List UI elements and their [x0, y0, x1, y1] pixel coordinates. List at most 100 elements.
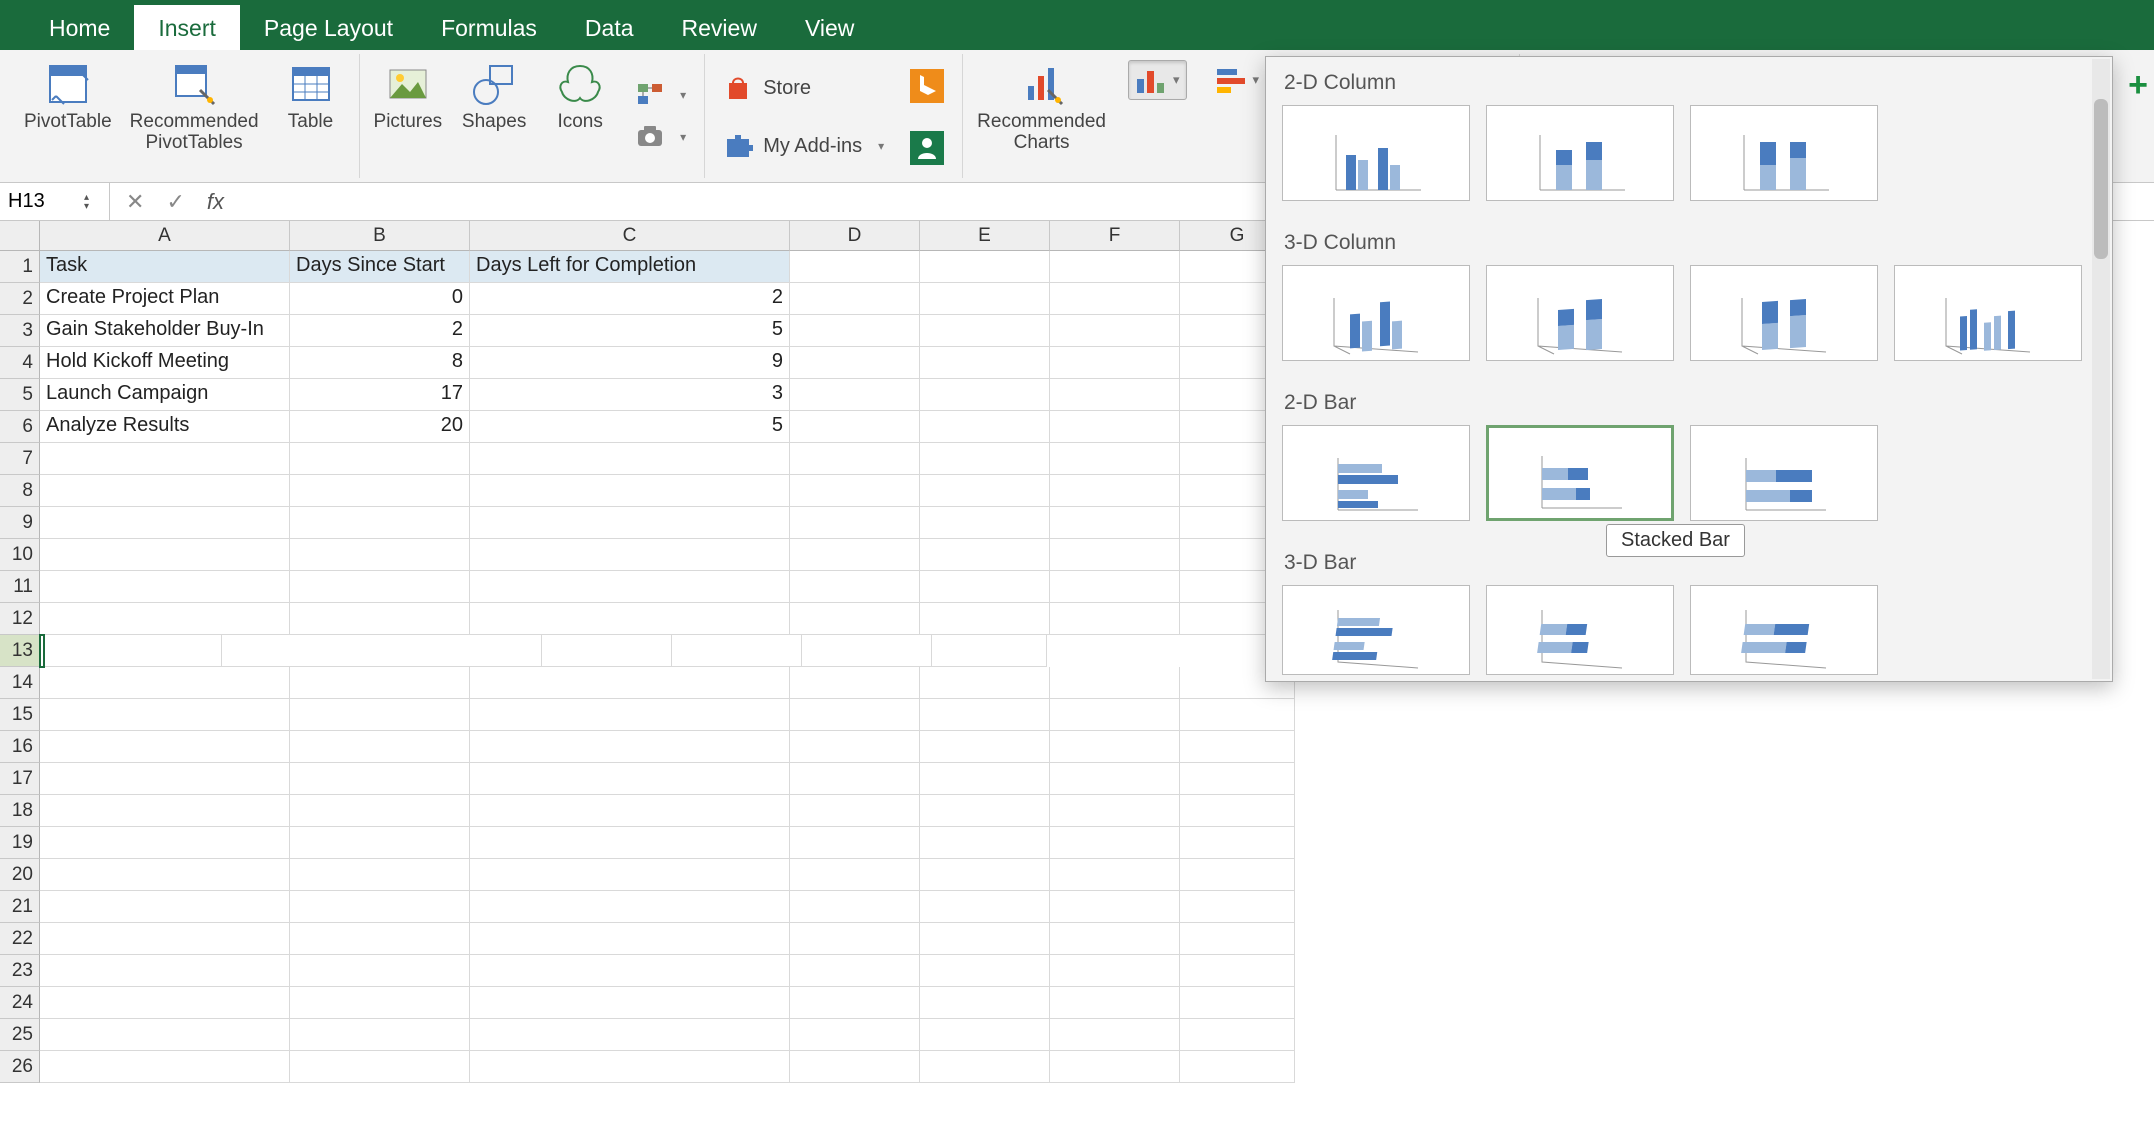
cell-E22[interactable]: [920, 923, 1050, 955]
smartart-button[interactable]: ▾: [630, 78, 692, 112]
cell-B23[interactable]: [290, 955, 470, 987]
cell-F25[interactable]: [1050, 1019, 1180, 1051]
cell-A26[interactable]: [40, 1051, 290, 1083]
recommended-pivot-tables-button[interactable]: Recommended PivotTables: [124, 54, 265, 178]
row-header-6[interactable]: 6: [0, 411, 40, 443]
bar-chart-button[interactable]: ▾: [1209, 61, 1266, 99]
cell-G21[interactable]: [1180, 891, 1295, 923]
cell-A8[interactable]: [40, 475, 290, 507]
cell-D15[interactable]: [790, 699, 920, 731]
cell-D3[interactable]: [790, 315, 920, 347]
cell-B20[interactable]: [290, 859, 470, 891]
cell-E24[interactable]: [920, 987, 1050, 1019]
column-header-D[interactable]: D: [790, 221, 920, 251]
cell-A20[interactable]: [40, 859, 290, 891]
cell-D13[interactable]: [542, 635, 672, 667]
3d-100-stacked-bar-option[interactable]: [1690, 585, 1878, 675]
cell-A23[interactable]: [40, 955, 290, 987]
name-box-spinner[interactable]: ▴▾: [84, 193, 89, 211]
cell-D6[interactable]: [790, 411, 920, 443]
cell-C19[interactable]: [470, 827, 790, 859]
cell-D4[interactable]: [790, 347, 920, 379]
row-header-7[interactable]: 7: [0, 443, 40, 475]
cell-C12[interactable]: [470, 603, 790, 635]
cell-B17[interactable]: [290, 763, 470, 795]
row-header-21[interactable]: 21: [0, 891, 40, 923]
cell-F12[interactable]: [1050, 603, 1180, 635]
3d-stacked-column-option[interactable]: [1486, 265, 1674, 361]
cell-A24[interactable]: [40, 987, 290, 1019]
cell-E10[interactable]: [920, 539, 1050, 571]
cell-F7[interactable]: [1050, 443, 1180, 475]
cell-G24[interactable]: [1180, 987, 1295, 1019]
100-stacked-bar-option[interactable]: [1690, 425, 1878, 521]
row-header-14[interactable]: 14: [0, 667, 40, 699]
cell-A2[interactable]: Create Project Plan: [40, 283, 290, 315]
row-header-11[interactable]: 11: [0, 571, 40, 603]
cell-F18[interactable]: [1050, 795, 1180, 827]
cancel-formula-button[interactable]: ✕: [126, 189, 144, 215]
cell-A4[interactable]: Hold Kickoff Meeting: [40, 347, 290, 379]
cell-B22[interactable]: [290, 923, 470, 955]
row-header-17[interactable]: 17: [0, 763, 40, 795]
cell-A19[interactable]: [40, 827, 290, 859]
cell-B9[interactable]: [290, 507, 470, 539]
table-button[interactable]: Table: [271, 54, 351, 178]
cell-B16[interactable]: [290, 731, 470, 763]
row-header-16[interactable]: 16: [0, 731, 40, 763]
column-header-A[interactable]: A: [40, 221, 290, 251]
tab-formulas[interactable]: Formulas: [417, 5, 561, 50]
clustered-bar-option[interactable]: [1282, 425, 1470, 521]
clustered-column-option[interactable]: [1282, 105, 1470, 201]
column-header-C[interactable]: C: [470, 221, 790, 251]
cell-G20[interactable]: [1180, 859, 1295, 891]
cell-A1[interactable]: Task: [40, 251, 290, 283]
cell-A7[interactable]: [40, 443, 290, 475]
cell-D24[interactable]: [790, 987, 920, 1019]
cell-G13[interactable]: [932, 635, 1047, 667]
cell-F21[interactable]: [1050, 891, 1180, 923]
cell-A3[interactable]: Gain Stakeholder Buy-In: [40, 315, 290, 347]
cell-C1[interactable]: Days Left for Completion: [470, 251, 790, 283]
screenshot-button[interactable]: ▾: [630, 120, 692, 154]
cell-E20[interactable]: [920, 859, 1050, 891]
cell-E21[interactable]: [920, 891, 1050, 923]
cell-C3[interactable]: 5: [470, 315, 790, 347]
cell-E8[interactable]: [920, 475, 1050, 507]
row-header-22[interactable]: 22: [0, 923, 40, 955]
cell-F13[interactable]: [802, 635, 932, 667]
column-header-B[interactable]: B: [290, 221, 470, 251]
cell-B12[interactable]: [290, 603, 470, 635]
row-header-5[interactable]: 5: [0, 379, 40, 411]
cell-B26[interactable]: [290, 1051, 470, 1083]
name-box[interactable]: ▴▾: [0, 183, 110, 220]
panel-scrollbar[interactable]: [2092, 59, 2110, 679]
cell-E1[interactable]: [920, 251, 1050, 283]
cell-C4[interactable]: 9: [470, 347, 790, 379]
cell-C5[interactable]: 3: [470, 379, 790, 411]
cell-F10[interactable]: [1050, 539, 1180, 571]
name-box-input[interactable]: [8, 190, 78, 213]
column-chart-button[interactable]: ▾: [1128, 60, 1187, 100]
cell-D5[interactable]: [790, 379, 920, 411]
cell-F8[interactable]: [1050, 475, 1180, 507]
cell-F17[interactable]: [1050, 763, 1180, 795]
row-header-12[interactable]: 12: [0, 603, 40, 635]
row-header-4[interactable]: 4: [0, 347, 40, 379]
3d-column-option[interactable]: [1894, 265, 2082, 361]
cell-C2[interactable]: 2: [470, 283, 790, 315]
cell-B2[interactable]: 0: [290, 283, 470, 315]
cell-A6[interactable]: Analyze Results: [40, 411, 290, 443]
cell-D10[interactable]: [790, 539, 920, 571]
cell-F4[interactable]: [1050, 347, 1180, 379]
cell-F2[interactable]: [1050, 283, 1180, 315]
cell-A15[interactable]: [40, 699, 290, 731]
cell-D11[interactable]: [790, 571, 920, 603]
cell-G26[interactable]: [1180, 1051, 1295, 1083]
cell-E23[interactable]: [920, 955, 1050, 987]
cell-B1[interactable]: Days Since Start: [290, 251, 470, 283]
cell-E12[interactable]: [920, 603, 1050, 635]
cell-E6[interactable]: [920, 411, 1050, 443]
cell-B11[interactable]: [290, 571, 470, 603]
cell-C23[interactable]: [470, 955, 790, 987]
